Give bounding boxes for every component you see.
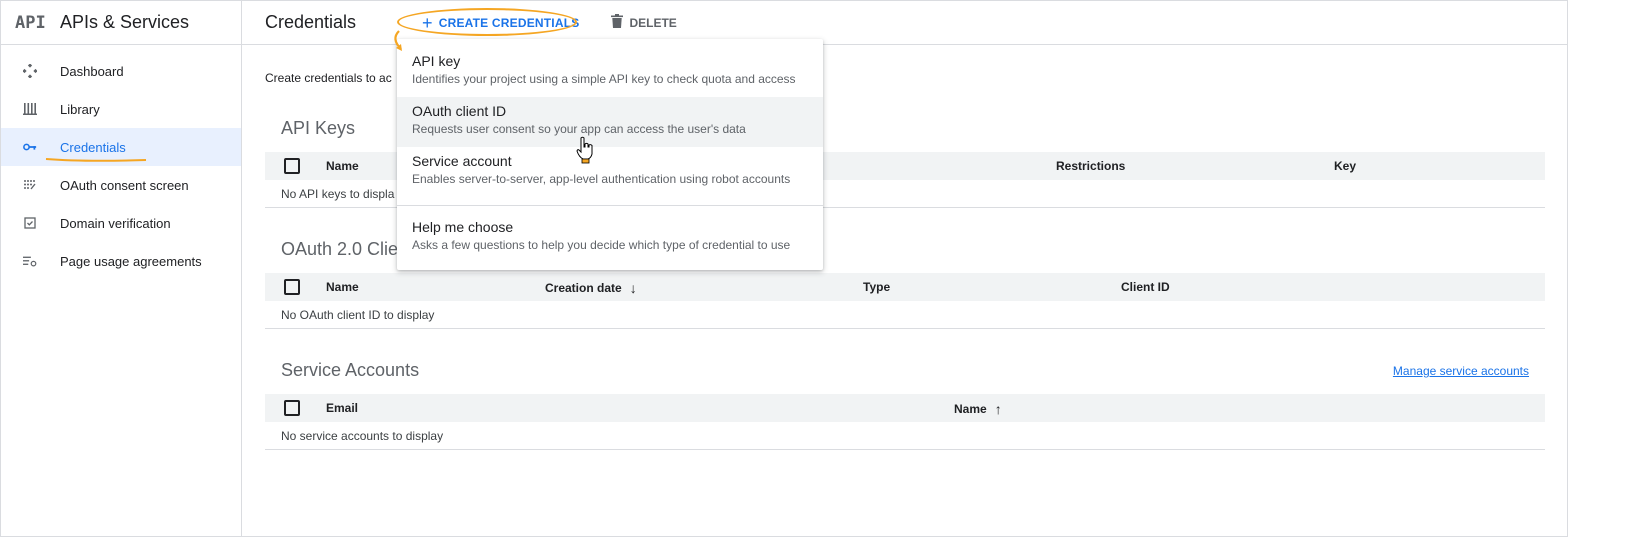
create-credentials-button[interactable]: + CREATE CREDENTIALS [410, 9, 591, 37]
column-header-creation-date[interactable]: Creation date ↓ [545, 280, 637, 296]
column-header-client-id[interactable]: Client ID [1121, 280, 1170, 294]
create-credentials-menu: API key Identifies your project using a … [397, 39, 823, 270]
settings-list-icon [23, 254, 37, 268]
column-header-name[interactable]: Name [326, 159, 359, 173]
sidebar-item-label: OAuth consent screen [60, 177, 189, 193]
select-all-checkbox[interactable] [284, 158, 300, 174]
menu-item-title: Help me choose [412, 219, 514, 235]
dashboard-icon [23, 64, 37, 78]
menu-item-help-me-choose[interactable]: Help me choose Asks a few questions to h… [397, 214, 823, 264]
sidebar-item-label: Domain verification [60, 215, 171, 231]
sidebar-nav: Dashboard Library Credentials OAuth cons… [1, 45, 241, 280]
menu-item-description: Requests user consent so your app can ac… [412, 122, 746, 136]
service-accounts-table: Email Name ↑ No service accounts to disp… [265, 394, 1545, 450]
delete-button[interactable]: DELETE [611, 14, 677, 31]
menu-item-oauth-client-id[interactable]: OAuth client ID Requests user consent so… [397, 97, 823, 147]
sidebar-item-label: Library [60, 101, 100, 117]
menu-divider [397, 205, 823, 206]
menu-item-description: Asks a few questions to help you decide … [412, 238, 791, 252]
sidebar-item-domain-verification[interactable]: Domain verification [1, 204, 241, 242]
select-all-checkbox[interactable] [284, 279, 300, 295]
service-accounts-section: Service Accounts Manage service accounts… [265, 360, 1545, 450]
column-header-email[interactable]: Email [326, 401, 358, 415]
column-header-name[interactable]: Name ↑ [954, 401, 1002, 417]
sidebar-item-label: Credentials [60, 139, 126, 155]
menu-item-title: Service account [412, 153, 512, 169]
highlight-underline [45, 158, 147, 162]
menu-item-description: Enables server-to-server, app-level auth… [412, 172, 791, 186]
consent-icon [23, 178, 37, 192]
sidebar-item-page-usage[interactable]: Page usage agreements [1, 242, 241, 280]
brand-header: API APIs & Services [1, 1, 241, 45]
oauth-table: Name Creation date ↓ Type Client ID No O… [265, 273, 1545, 329]
app-frame: API APIs & Services Dashboard Library Cr… [0, 0, 1568, 537]
sidebar-item-oauth-consent[interactable]: OAuth consent screen [1, 166, 241, 204]
menu-item-service-account[interactable]: Service account Enables server-to-server… [397, 147, 823, 197]
select-all-checkbox[interactable] [284, 400, 300, 416]
sidebar-item-label: Page usage agreements [60, 253, 202, 269]
menu-item-api-key[interactable]: API key Identifies your project using a … [397, 47, 823, 97]
manage-service-accounts-link[interactable]: Manage service accounts [1393, 364, 1529, 378]
trash-icon [611, 14, 624, 31]
arrow-down-icon: ↓ [629, 280, 637, 296]
library-icon [23, 102, 37, 116]
sidebar-item-dashboard[interactable]: Dashboard [1, 52, 241, 90]
key-icon [23, 140, 37, 154]
table-header: Name Creation date ↓ Type Client ID [265, 273, 1545, 301]
section-title: Service Accounts [281, 360, 420, 380]
app-title: APIs & Services [60, 12, 190, 32]
empty-row: No service accounts to display [265, 422, 1545, 450]
menu-item-title: OAuth client ID [412, 103, 507, 119]
column-header-restrictions[interactable]: Restrictions [1056, 159, 1125, 173]
column-header-key[interactable]: Key [1334, 159, 1356, 173]
sidebar-item-label: Dashboard [60, 63, 124, 79]
page-title: Credentials [265, 12, 357, 32]
table-header: Email Name ↑ [265, 394, 1545, 422]
api-logo: API [15, 12, 46, 33]
column-header-label: Creation date [545, 281, 622, 295]
menu-item-title: API key [412, 53, 461, 69]
menu-item-description: Identifies your project using a simple A… [412, 72, 796, 86]
column-header-label: Name [954, 402, 987, 416]
plus-icon: + [422, 12, 433, 33]
sidebar-item-library[interactable]: Library [1, 90, 241, 128]
sidebar: API APIs & Services Dashboard Library Cr… [1, 1, 242, 536]
arrow-up-icon: ↑ [994, 401, 1002, 417]
create-credentials-label: CREATE CREDENTIALS [438, 15, 580, 30]
domain-check-icon [23, 216, 37, 230]
sidebar-item-credentials[interactable]: Credentials [1, 128, 241, 166]
column-header-name[interactable]: Name [326, 280, 359, 294]
delete-label: DELETE [629, 15, 677, 30]
column-header-type[interactable]: Type [863, 280, 890, 294]
empty-row: No OAuth client ID to display [265, 301, 1545, 329]
